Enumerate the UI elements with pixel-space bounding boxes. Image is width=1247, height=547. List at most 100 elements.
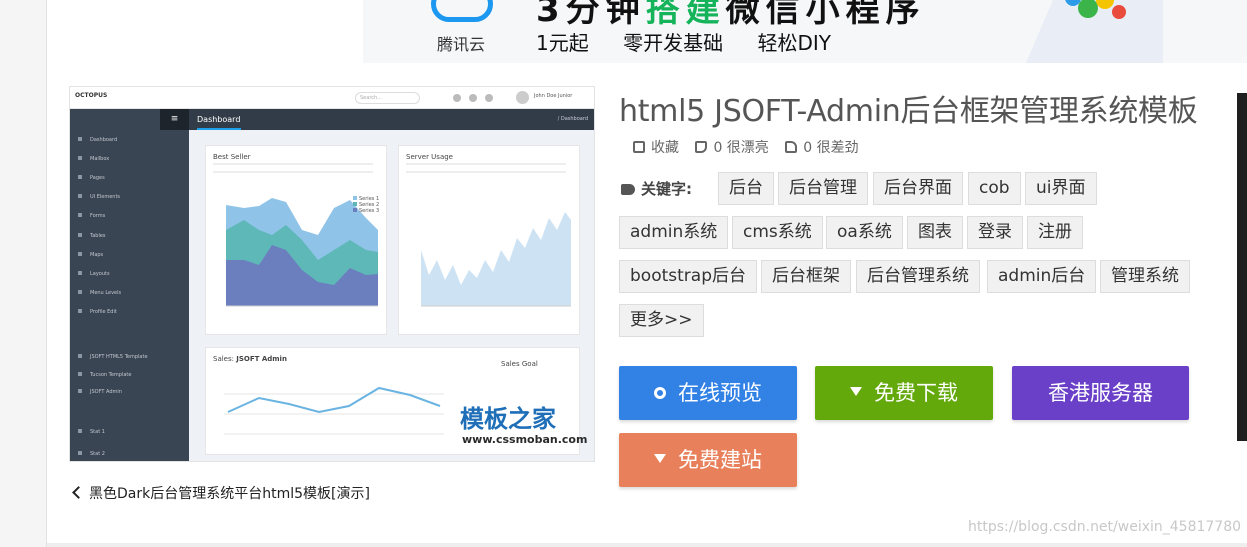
free-build-site-label: 免费建站: [678, 448, 762, 472]
favorite-label: 收藏: [651, 140, 679, 156]
stats-row: 收藏 0 很漂亮 0 很差劲: [633, 137, 871, 157]
ad-illustration: [1026, 0, 1163, 63]
chart-legend: Series 1 Series 2 Series 3: [353, 196, 379, 214]
keywords-label: 关键字:: [621, 178, 692, 199]
keyword-tag[interactable]: 后台: [718, 172, 774, 205]
sales-line-chart: [224, 386, 444, 435]
hk-server-button[interactable]: 香港服务器: [1012, 366, 1189, 420]
preview-user: John Doe Junior: [534, 93, 573, 99]
thumbs-down-icon: [785, 141, 798, 153]
free-build-site-button[interactable]: 免费建站: [619, 433, 797, 487]
preview-side-item: Tucson Template: [78, 372, 131, 378]
template-preview[interactable]: OCTOPUS Search... John Doe Junior Dashbo…: [69, 86, 595, 462]
like-button[interactable]: 0 很漂亮: [695, 137, 769, 157]
more-tags-link[interactable]: 更多>>: [619, 304, 704, 337]
online-preview-label: 在线预览: [678, 381, 762, 405]
ad-headline-b: 搭建: [645, 0, 726, 30]
keyword-tag[interactable]: ui界面: [1025, 172, 1097, 205]
preview-sales-label: Sales:: [213, 355, 234, 363]
preview-side-item: Tables: [78, 233, 106, 239]
demo-back-link[interactable]: 黑色Dark后台管理系统平台html5模板[演示]: [72, 483, 370, 503]
preview-header-bar: Dashboard / Dashboard: [189, 109, 594, 130]
ad-banner[interactable]: 腾讯云 3分钟搭建微信小程序 1元起 零开发基础 轻松DIY: [363, 0, 1247, 63]
preview-side-item: JSOFT Admin: [78, 389, 122, 395]
preview-side-item: UI Elements: [78, 194, 120, 200]
preview-side-item: Maps: [78, 252, 103, 258]
ad-subline: 1元起 零开发基础 轻松DIY: [536, 27, 859, 56]
demo-back-link-text: 黑色Dark后台管理系统平台html5模板[演示]: [89, 486, 370, 502]
dislike-count: 0 很差劲: [803, 140, 859, 156]
keyword-tag[interactable]: 图表: [907, 216, 963, 249]
preview-topbar: OCTOPUS Search... John Doe Junior: [70, 87, 594, 109]
hamburger-icon: ≡: [160, 109, 189, 130]
ad-sub-item: 1元起: [536, 31, 589, 55]
preview-side-item: Stat 2: [78, 451, 105, 457]
keyword-tag[interactable]: admin系统: [619, 216, 729, 249]
preview-sidebar: Dashboard Mailbox Pages UI Elements Form…: [70, 109, 189, 461]
tasks-icon: [485, 94, 493, 102]
preview-breadcrumb: / Dashboard: [557, 116, 588, 122]
free-download-button[interactable]: 免费下载: [815, 366, 993, 420]
preview-side-item: Dashboard: [78, 137, 117, 143]
ad-headline-c: 微信小程序: [725, 0, 926, 30]
keyword-tag[interactable]: cob: [968, 172, 1021, 205]
avatar: [516, 91, 529, 104]
favorite-icon: [633, 141, 645, 153]
preview-sales-select: JSOFT Admin: [236, 355, 287, 363]
keyword-tag[interactable]: cms系统: [732, 216, 823, 249]
preview-side-item: Profile Edit: [78, 309, 117, 315]
keyword-tag[interactable]: 后台界面: [873, 172, 963, 205]
mail-icon: [469, 94, 477, 102]
watermark-logo: 模板之家: [460, 405, 556, 433]
like-count: 0 很漂亮: [713, 140, 769, 156]
download-icon: [654, 454, 666, 466]
preview-card-title: Server Usage: [406, 153, 453, 161]
preview-card-title: Sales: JSOFT Admin: [213, 355, 287, 363]
preview-card-desc: [213, 163, 373, 173]
preview-side-item: Menu Levels: [78, 290, 121, 296]
bell-icon: [453, 94, 461, 102]
preview-side-item: Layouts: [78, 271, 110, 277]
preview-logo: OCTOPUS: [75, 92, 108, 99]
keyword-tag[interactable]: 登录: [967, 216, 1023, 249]
preview-side-item: Pages: [78, 175, 105, 181]
keyword-tag[interactable]: 后台管理: [778, 172, 868, 205]
preview-bar-title: Dashboard: [197, 115, 242, 130]
bottom-divider: [47, 543, 1247, 547]
keyword-tag[interactable]: 注册: [1027, 216, 1083, 249]
preview-card-server-usage: Server Usage: [398, 145, 580, 335]
chevron-left-icon: [72, 486, 85, 499]
keyword-tag[interactable]: bootstrap后台: [619, 260, 757, 293]
cloud-logo-icon: [431, 0, 493, 22]
thumbs-up-icon: [695, 141, 708, 153]
ad-sub-item: 轻松DIY: [757, 31, 831, 55]
usage-chart: [421, 212, 571, 307]
preview-card-title: Sales Goal: [501, 360, 538, 368]
preview-search: Search...: [355, 92, 420, 104]
preview-side-item: JSOFT HTML5 Template: [78, 354, 148, 360]
favorite-button[interactable]: 收藏: [633, 137, 679, 157]
page-title: html5 JSOFT-Admin后台框架管理系统模板: [619, 94, 1198, 129]
keyword-tag[interactable]: 管理系统: [1100, 260, 1190, 293]
ad-brand: 腾讯云: [437, 35, 486, 54]
keyword-tag[interactable]: 后台框架: [761, 260, 851, 293]
legend-label: Series 3: [359, 208, 380, 214]
ad-headline-a: 3分钟: [536, 0, 646, 30]
right-edge-panel: [1237, 93, 1247, 441]
watermark-url: www.cssmoban.com: [462, 433, 588, 446]
keywords-label-text: 关键字:: [641, 180, 692, 198]
search-icon: [654, 387, 666, 399]
preview-side-item: Stat 1: [78, 429, 105, 435]
preview-side-item: Forms: [78, 213, 105, 219]
tags-icon: [621, 184, 635, 195]
keyword-tag[interactable]: 后台管理系统: [856, 260, 980, 293]
dislike-button[interactable]: 0 很差劲: [785, 137, 859, 157]
preview-card-title: Best Seller: [213, 153, 251, 161]
keyword-tag[interactable]: admin后台: [987, 260, 1097, 293]
preview-card-best-seller: Best Seller Series 1 Series 2 Series 3: [205, 145, 387, 335]
online-preview-button[interactable]: 在线预览: [619, 366, 797, 420]
left-gutter: [0, 0, 47, 547]
preview-card-desc: [406, 163, 566, 173]
free-download-label: 免费下载: [874, 381, 958, 405]
keyword-tag[interactable]: oa系统: [826, 216, 903, 249]
